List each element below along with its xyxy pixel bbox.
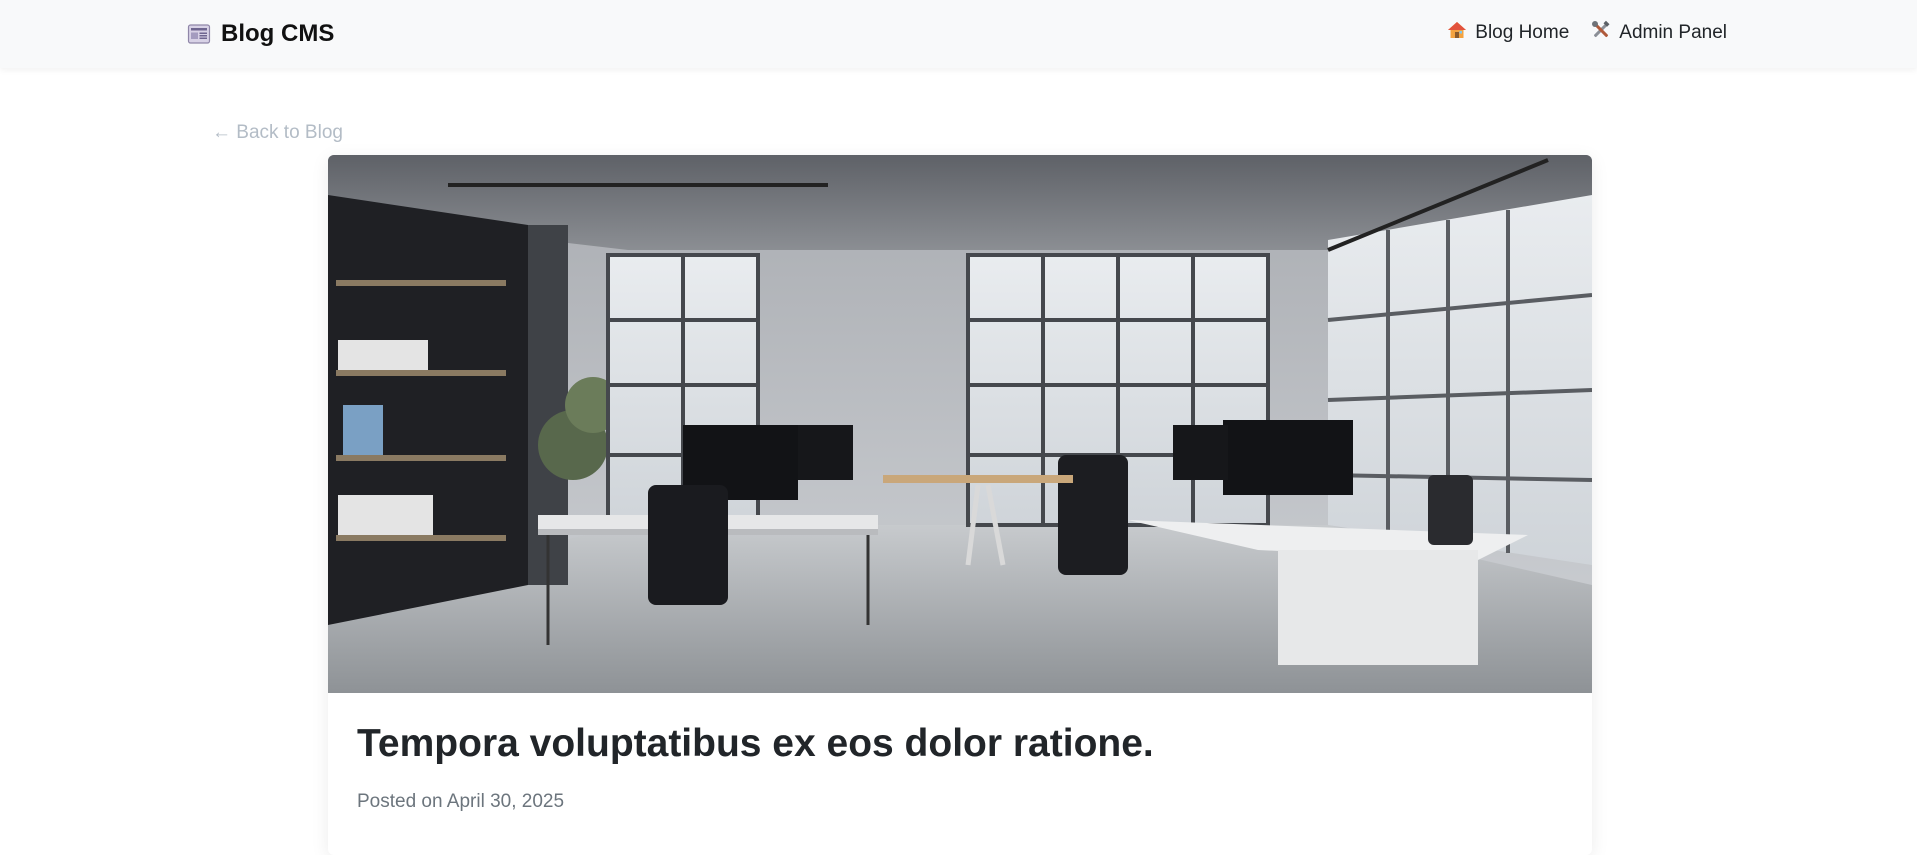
nav-blog-home-link[interactable]: Blog Home xyxy=(1447,20,1569,46)
newspaper-icon xyxy=(187,22,211,46)
tools-icon xyxy=(1591,20,1611,46)
nav-menu: Blog Home Admin Panel xyxy=(1447,20,1727,46)
top-navbar: Blog CMS Blog Home Admin Panel xyxy=(0,0,1917,68)
nav-admin-panel-link[interactable]: Admin Panel xyxy=(1591,20,1727,46)
post-date: Posted on April 30, 2025 xyxy=(357,791,565,812)
house-icon xyxy=(1447,20,1467,46)
post-card: Tempora voluptatibus ex eos dolor ration… xyxy=(328,155,1592,855)
nav-blog-home-label: Blog Home xyxy=(1475,22,1570,43)
post-hero-image xyxy=(328,155,1592,693)
nav-admin-panel-label: Admin Panel xyxy=(1619,22,1727,43)
brand-title: Blog CMS xyxy=(221,20,335,47)
brand-link[interactable]: Blog CMS xyxy=(187,18,334,50)
back-to-blog-link[interactable]: ← Back to Blog xyxy=(212,122,343,144)
post-title: Tempora voluptatibus ex eos dolor ration… xyxy=(357,722,1154,765)
